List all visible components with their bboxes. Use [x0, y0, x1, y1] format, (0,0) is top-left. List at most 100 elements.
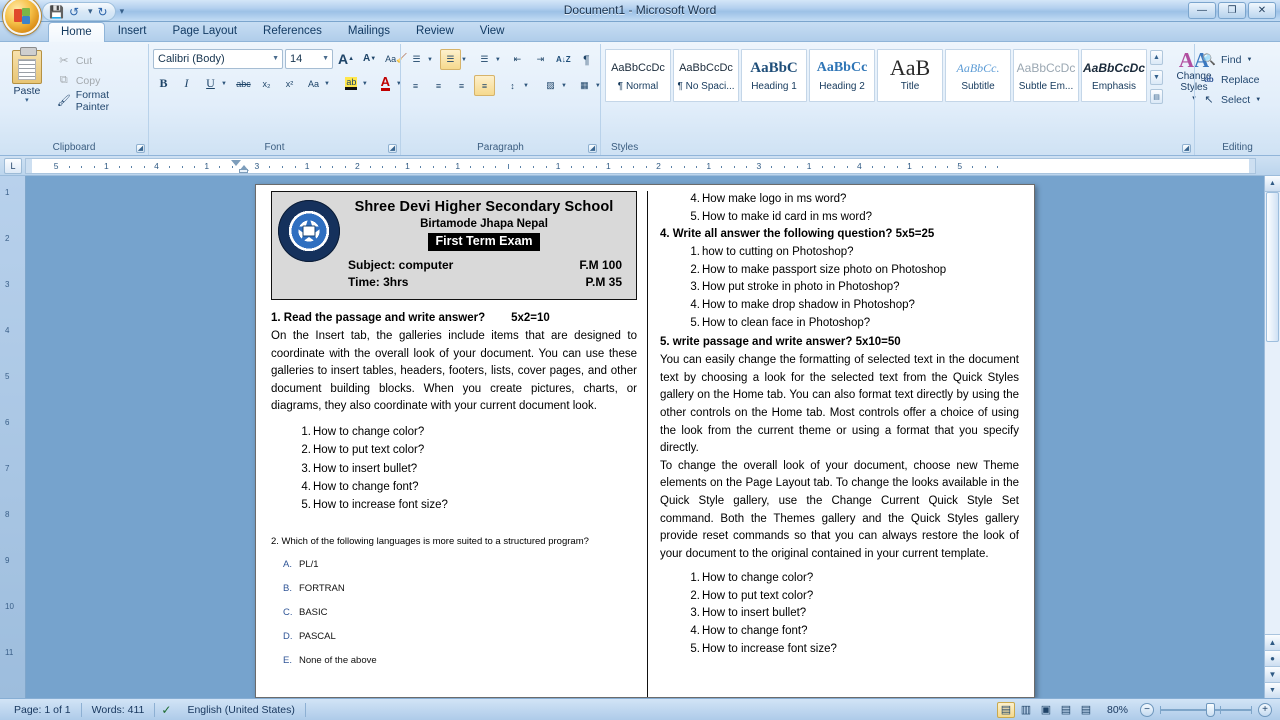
- tab-view[interactable]: View: [467, 21, 518, 41]
- subscript-button[interactable]: x₂: [256, 73, 277, 94]
- numbering-dropdown-icon[interactable]: ▼: [461, 57, 470, 63]
- language-status[interactable]: English (United States): [177, 704, 304, 716]
- line-spacing-button[interactable]: ↕: [502, 75, 523, 96]
- align-left-button[interactable]: ≡: [405, 75, 426, 96]
- tab-home[interactable]: Home: [48, 22, 105, 42]
- style-heading-2[interactable]: AaBbCc Heading 2: [809, 49, 875, 102]
- paste-button[interactable]: Paste ▾: [4, 47, 50, 109]
- font-color-button[interactable]: A: [375, 73, 396, 94]
- replace-button[interactable]: ab Replace: [1199, 71, 1264, 88]
- superscript-button[interactable]: x²: [279, 73, 300, 94]
- underline-button[interactable]: U: [200, 73, 221, 94]
- close-button[interactable]: ✕: [1248, 2, 1276, 19]
- draft-view-button[interactable]: ▤: [1077, 702, 1095, 718]
- style-heading-1[interactable]: AaBbC Heading 1: [741, 49, 807, 102]
- find-dropdown-icon[interactable]: ▼: [1246, 57, 1252, 63]
- italic-button[interactable]: I: [176, 73, 197, 94]
- zoom-track[interactable]: [1160, 702, 1252, 717]
- bold-button[interactable]: B: [153, 73, 174, 94]
- gallery-scroll-down-icon[interactable]: ▼: [1150, 69, 1163, 85]
- zoom-thumb[interactable]: [1206, 702, 1215, 717]
- style-subtitle[interactable]: AaBbCc. Subtitle: [945, 49, 1011, 102]
- paragraph-dialog-launcher[interactable]: ◢: [588, 144, 597, 153]
- show-formatting-marks-button[interactable]: ¶: [576, 49, 597, 70]
- outline-view-button[interactable]: ▤: [1057, 702, 1075, 718]
- zoom-slider[interactable]: − +: [1140, 702, 1272, 717]
- zoom-out-button[interactable]: −: [1140, 702, 1154, 717]
- sort-button[interactable]: A↓Z: [553, 49, 574, 70]
- font-name-combo[interactable]: Calibri (Body) ▼: [153, 48, 283, 69]
- gallery-scroll-up-icon[interactable]: ▲: [1150, 50, 1163, 65]
- tab-insert[interactable]: Insert: [105, 21, 160, 41]
- undo-dropdown-icon[interactable]: ▾: [88, 6, 93, 17]
- strikethrough-button[interactable]: abc: [233, 73, 254, 94]
- format-painter-button[interactable]: 🖌 Format Painter: [54, 89, 144, 113]
- tab-review[interactable]: Review: [403, 21, 467, 41]
- print-layout-view-button[interactable]: ▤: [996, 701, 1015, 718]
- numbering-button[interactable]: ☰: [439, 49, 461, 70]
- bullets-dropdown-icon[interactable]: ▼: [427, 57, 436, 63]
- undo-icon[interactable]: ↺: [69, 6, 79, 18]
- align-center-button[interactable]: ≡: [428, 75, 449, 96]
- redo-icon[interactable]: ↻: [98, 6, 108, 18]
- font-dialog-launcher[interactable]: ◢: [388, 144, 397, 153]
- increase-indent-button[interactable]: ⇥: [530, 49, 551, 70]
- change-case-button[interactable]: Aa: [303, 73, 324, 94]
- select-dropdown-icon[interactable]: ▼: [1255, 97, 1261, 103]
- web-layout-view-button[interactable]: ▣: [1037, 702, 1055, 718]
- horizontal-ruler[interactable]: 514131211112131415: [25, 157, 1256, 174]
- find-button[interactable]: 🔍 Find ▼: [1199, 51, 1264, 68]
- style-normal[interactable]: AaBbCcDc ¶ Normal: [605, 49, 671, 102]
- left-indent-marker[interactable]: [239, 168, 248, 173]
- highlight-dropdown-icon[interactable]: ▼: [362, 81, 371, 87]
- multilevel-list-button[interactable]: ☰: [474, 49, 495, 70]
- text-highlight-button[interactable]: ab: [341, 73, 362, 94]
- line-spacing-dropdown-icon[interactable]: ▼: [523, 83, 532, 89]
- page-status[interactable]: Page: 1 of 1: [4, 704, 81, 716]
- zoom-level[interactable]: 80%: [1099, 704, 1136, 716]
- vertical-scrollbar[interactable]: ▲ ▲ ● ▼ ▼: [1264, 176, 1280, 698]
- style-title[interactable]: AaB Title: [877, 49, 943, 102]
- next-page-icon[interactable]: ▼: [1265, 666, 1280, 682]
- grow-font-button[interactable]: A ▲: [335, 48, 357, 69]
- style-emphasis[interactable]: AaBbCcDc Emphasis: [1081, 49, 1147, 102]
- select-browse-object-icon[interactable]: ●: [1265, 650, 1280, 666]
- paste-dropdown-icon[interactable]: ▾: [25, 97, 29, 104]
- word-count-status[interactable]: Words: 411: [82, 704, 155, 716]
- scrollbar-track[interactable]: [1265, 192, 1280, 634]
- tab-page-layout[interactable]: Page Layout: [159, 21, 250, 41]
- change-case-dropdown-icon[interactable]: ▼: [324, 81, 333, 87]
- select-button[interactable]: ↖ Select ▼: [1199, 91, 1264, 108]
- justify-button[interactable]: ≡: [474, 75, 495, 96]
- scroll-down-icon[interactable]: ▼: [1265, 682, 1280, 698]
- borders-button[interactable]: ▦: [574, 75, 595, 96]
- decrease-indent-button[interactable]: ⇤: [507, 49, 528, 70]
- font-size-combo[interactable]: 14 ▼: [285, 48, 333, 69]
- copy-button[interactable]: ⧉ Copy: [54, 72, 144, 89]
- gallery-more-icon[interactable]: ▤: [1150, 89, 1163, 104]
- style-subtle-emphasis[interactable]: AaBbCcDc Subtle Em...: [1013, 49, 1079, 102]
- zoom-in-button[interactable]: +: [1258, 702, 1272, 717]
- page-scroll-region[interactable]: Shree Devi Higher Secondary School Birta…: [26, 176, 1264, 698]
- align-right-button[interactable]: ≡: [451, 75, 472, 96]
- document-page[interactable]: Shree Devi Higher Secondary School Birta…: [255, 184, 1035, 698]
- scroll-up-icon[interactable]: ▲: [1265, 176, 1280, 192]
- previous-page-icon[interactable]: ▲: [1265, 634, 1280, 650]
- cut-button[interactable]: ✂ Cut: [54, 52, 144, 69]
- tab-mailings[interactable]: Mailings: [335, 21, 403, 41]
- spelling-check-icon[interactable]: ✓: [155, 703, 177, 717]
- shading-dropdown-icon[interactable]: ▼: [561, 83, 570, 89]
- minimize-button[interactable]: —: [1188, 2, 1216, 19]
- full-screen-reading-view-button[interactable]: ▥: [1017, 702, 1035, 718]
- underline-dropdown-icon[interactable]: ▼: [221, 81, 230, 87]
- shading-button[interactable]: ▨: [540, 75, 561, 96]
- bullets-button[interactable]: ☰: [406, 49, 427, 70]
- tab-references[interactable]: References: [250, 21, 335, 41]
- clipboard-dialog-launcher[interactable]: ◢: [136, 144, 145, 153]
- style-no-spacing[interactable]: AaBbCcDc ¶ No Spaci...: [673, 49, 739, 102]
- save-icon[interactable]: 💾: [49, 6, 64, 18]
- customize-qat-icon[interactable]: ▾: [120, 6, 125, 17]
- tab-stop-selector[interactable]: L: [4, 157, 22, 174]
- restore-button[interactable]: ❐: [1218, 2, 1246, 19]
- styles-dialog-launcher[interactable]: ◢: [1182, 144, 1191, 153]
